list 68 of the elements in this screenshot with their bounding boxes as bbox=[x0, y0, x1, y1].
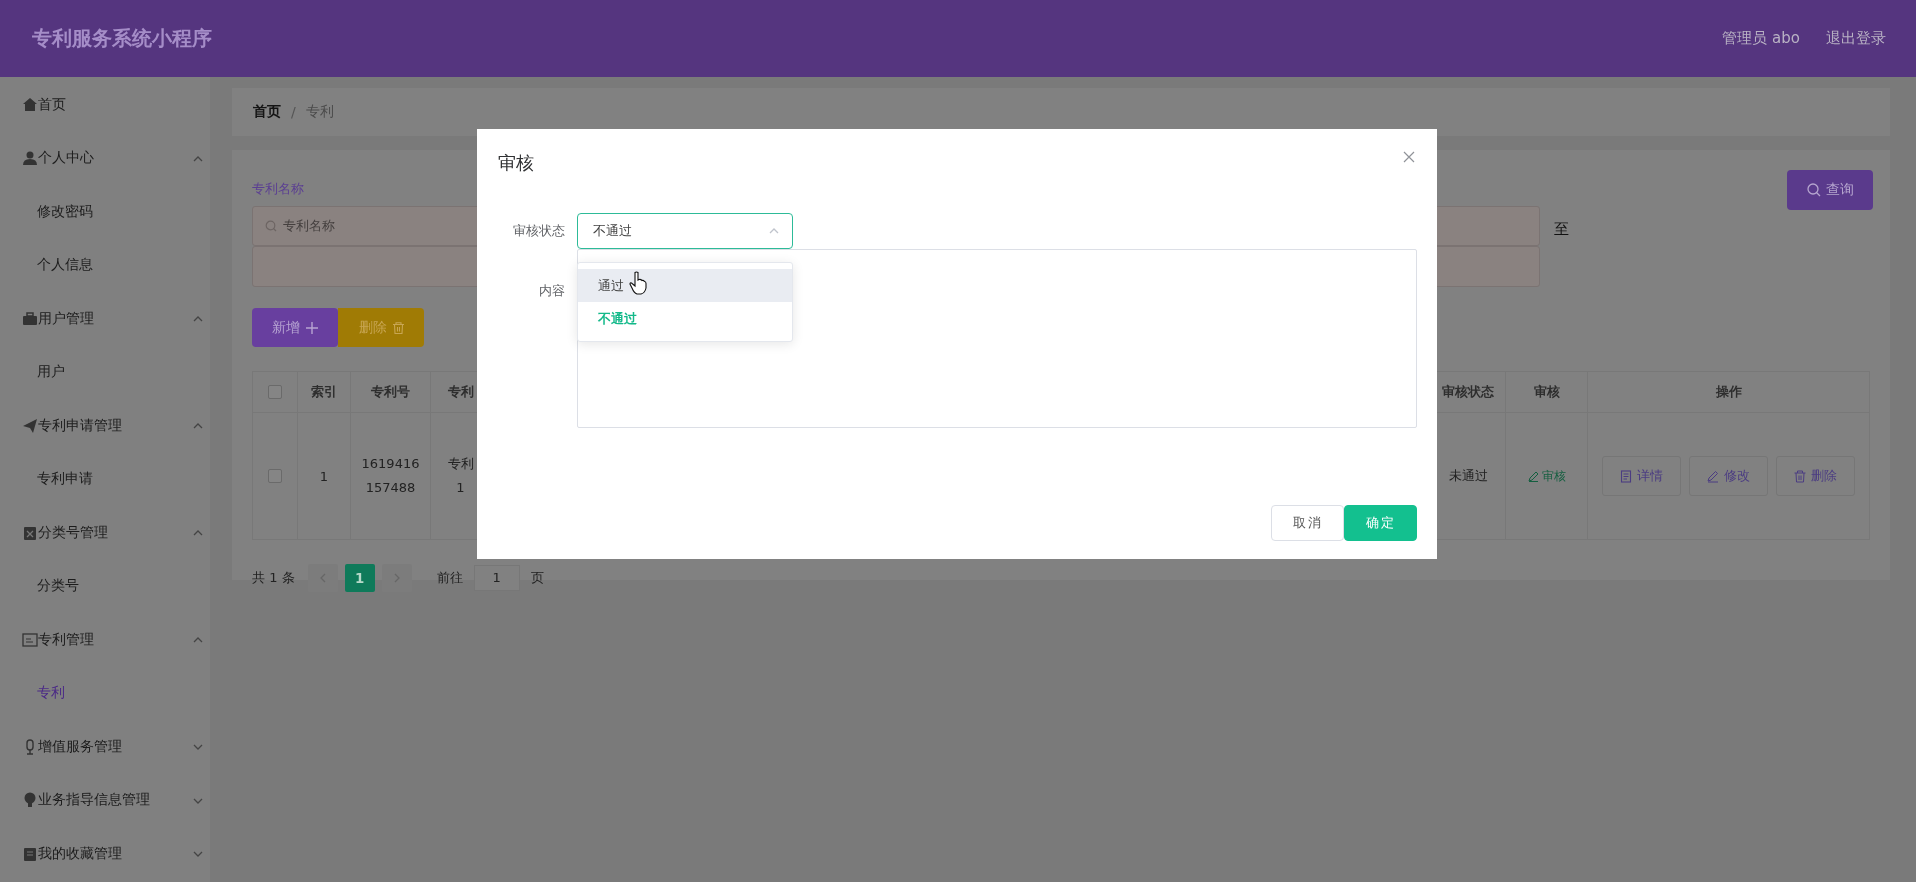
field-label: 专利名称 bbox=[252, 180, 305, 198]
table-cell-text: 专利1 bbox=[447, 455, 474, 497]
table-cell-text: 1619416157488 bbox=[360, 455, 421, 497]
menu-item[interactable]: 专利申请管理 bbox=[38, 416, 122, 435]
submenu-item[interactable]: 专利 bbox=[37, 684, 65, 703]
plus-icon bbox=[306, 321, 318, 334]
checkbox[interactable] bbox=[268, 385, 282, 399]
table-cell: 未通过 bbox=[1448, 467, 1488, 485]
menu-item[interactable]: 用户管理 bbox=[38, 309, 94, 328]
confirm-button[interactable]: 确定 bbox=[1344, 505, 1417, 541]
submenu-item[interactable]: 个人信息 bbox=[37, 256, 93, 275]
bulb-icon bbox=[22, 792, 38, 809]
home-icon bbox=[22, 96, 38, 113]
status-select[interactable]: 不通过 bbox=[577, 213, 793, 249]
pencil-icon bbox=[1527, 470, 1539, 482]
menu-item[interactable]: 增值服务管理 bbox=[38, 737, 122, 756]
range-separator: 至 bbox=[1554, 220, 1569, 239]
menu-item[interactable]: 专利管理 bbox=[38, 630, 94, 649]
user-icon bbox=[22, 150, 38, 167]
total-count: 共 1 条 bbox=[252, 569, 295, 587]
menu-item[interactable]: 业务指导信息管理 bbox=[38, 791, 150, 810]
briefcase-icon bbox=[22, 310, 38, 327]
page-suffix: 页 bbox=[530, 569, 544, 587]
clipboard-icon bbox=[22, 524, 38, 541]
logout-link[interactable]: 退出登录 bbox=[1826, 29, 1886, 48]
dropdown-option[interactable]: 不通过 bbox=[578, 302, 792, 335]
breadcrumb-item[interactable]: 首页 bbox=[253, 103, 281, 121]
menu-item[interactable]: 我的收藏管理 bbox=[38, 844, 122, 863]
page-button[interactable]: 1 bbox=[344, 564, 375, 592]
column-header: 专利号 bbox=[351, 372, 431, 413]
card-icon bbox=[22, 631, 38, 648]
field-label: 审核状态 bbox=[512, 222, 566, 240]
column-header: 操作 bbox=[1588, 372, 1869, 413]
search-icon bbox=[1806, 183, 1821, 197]
clipboard-icon bbox=[22, 845, 38, 862]
dialog-title: 审核 bbox=[498, 151, 534, 175]
goto-label: 前往 bbox=[436, 569, 463, 587]
breadcrumb-separator: / bbox=[291, 104, 296, 120]
user-name: 管理员 abo bbox=[1722, 29, 1800, 48]
add-button[interactable]: 新增 bbox=[252, 308, 338, 347]
column-header: 索引 bbox=[298, 372, 351, 413]
table-cell: 1 bbox=[319, 468, 329, 484]
edit-button[interactable]: 修改 bbox=[1689, 456, 1768, 496]
column-header: 审核 bbox=[1506, 372, 1588, 413]
menu-item[interactable]: 首页 bbox=[38, 95, 66, 114]
checkbox[interactable] bbox=[268, 469, 282, 483]
query-button[interactable]: 查询 bbox=[1787, 170, 1873, 210]
document-icon bbox=[1620, 469, 1632, 483]
page-input[interactable]: 1 bbox=[473, 565, 520, 591]
dropdown-option[interactable]: 通过 bbox=[578, 269, 792, 302]
submenu-item[interactable]: 专利申请 bbox=[37, 470, 93, 489]
trash-icon bbox=[1794, 469, 1806, 483]
menu-item[interactable]: 个人中心 bbox=[38, 149, 94, 168]
app-title: 专利服务系统小程序 bbox=[32, 25, 213, 52]
cancel-button[interactable]: 取消 bbox=[1271, 505, 1344, 541]
submenu-item[interactable]: 修改密码 bbox=[37, 202, 93, 221]
detail-button[interactable]: 详情 bbox=[1602, 456, 1681, 496]
paper-plane-icon bbox=[22, 417, 38, 434]
delete-button[interactable]: 删除 bbox=[1776, 456, 1855, 496]
trash-icon bbox=[392, 321, 404, 334]
pencil-icon bbox=[1707, 469, 1719, 483]
search-icon bbox=[265, 220, 277, 232]
hand-cursor-icon bbox=[629, 271, 647, 295]
close-icon[interactable] bbox=[1403, 151, 1415, 163]
menu-item[interactable]: 分类号管理 bbox=[38, 523, 108, 542]
submenu-item[interactable]: 分类号 bbox=[37, 577, 79, 596]
submenu-item[interactable]: 用户 bbox=[37, 363, 65, 382]
field-label: 内容 bbox=[538, 282, 566, 300]
